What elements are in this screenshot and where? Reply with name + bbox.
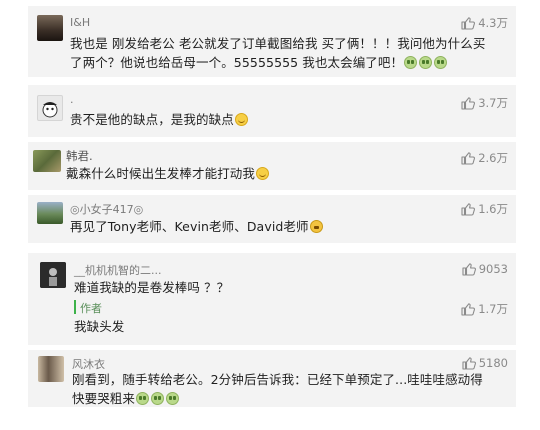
comment-text: 戴森什么时候出生发棒才能打动我 <box>66 164 270 183</box>
comment-username[interactable]: I&H <box>70 16 90 29</box>
comment-line: 快要哭粗来 <box>72 391 136 406</box>
comment-username[interactable]: __机机机智的二... <box>74 262 162 278</box>
reply-author[interactable]: 作者 <box>80 300 102 316</box>
crying-face-icon <box>151 392 165 405</box>
like-button[interactable]: 9053 <box>462 262 508 276</box>
avatar[interactable] <box>37 95 63 121</box>
comment-card: I&H 4.3万 我也是 刚发给老公 老公就发了订单截图给我 买了俩！！！我问他… <box>28 6 516 77</box>
comment-card: . 3.7万 贵不是他的缺点，是我的缺点 <box>28 85 516 137</box>
avatar[interactable] <box>37 202 63 224</box>
thumbs-up-icon <box>462 263 476 276</box>
comment-text: 刚看到，随手转给老公。2分钟后告诉我：已经下单预定了...哇哇哇感动得 快要哭粗… <box>72 370 512 408</box>
comment-username[interactable]: ◎小女子417◎ <box>70 201 143 217</box>
comment-card: 风沐衣 5180 刚看到，随手转给老公。2分钟后告诉我：已经下单预定了...哇哇… <box>28 350 516 407</box>
crying-face-icon <box>434 56 448 69</box>
comment-line: 贵不是他的缺点，是我的缺点 <box>70 112 234 127</box>
like-count: 2.6万 <box>478 151 508 165</box>
smiling-face-icon <box>256 167 270 180</box>
reply-indicator <box>74 300 76 314</box>
comment-username[interactable]: . <box>70 93 74 106</box>
crying-face-icon <box>419 56 433 69</box>
smiling-face-icon <box>234 113 248 126</box>
like-count: 5180 <box>478 356 508 370</box>
avatar[interactable] <box>33 150 61 172</box>
cartoon-face-icon <box>42 102 58 118</box>
comment-text: 再见了Tony老师、Kevin老师、David老师 <box>70 217 324 236</box>
comment-card: ◎小女子417◎ 1.6万 再见了Tony老师、Kevin老师、David老师 <box>28 195 516 243</box>
avatar[interactable] <box>40 262 66 288</box>
comment-text: 我也是 刚发给老公 老公就发了订单截图给我 买了俩！！！我问他为什么买 了两个？… <box>70 34 510 72</box>
like-button[interactable]: 5180 <box>462 356 508 370</box>
like-button[interactable]: 1.6万 <box>461 201 508 217</box>
crying-face-icon <box>404 56 418 69</box>
thumbs-up-icon <box>461 203 476 216</box>
like-button[interactable]: 4.3万 <box>461 15 508 31</box>
comment-text: 贵不是他的缺点，是我的缺点 <box>70 110 249 129</box>
comment-username[interactable]: 韩君. <box>66 148 93 164</box>
comment-line: 刚看到，随手转给老公。2分钟后告诉我：已经下单预定了...哇哇哇感动得 <box>72 372 483 387</box>
reply-like-button[interactable]: 1.7万 <box>461 301 508 317</box>
avatar[interactable] <box>38 356 64 382</box>
thumbs-up-icon <box>461 17 476 30</box>
person-silhouette-icon <box>40 262 66 288</box>
like-count: 3.7万 <box>478 96 508 110</box>
comment-line: 戴森什么时候出生发棒才能打动我 <box>66 166 256 181</box>
comment-text: 难道我缺的是卷发棒吗 ？？ <box>74 280 230 295</box>
avatar[interactable] <box>37 15 63 41</box>
crying-face-icon <box>136 392 150 405</box>
grinning-face-icon <box>309 220 323 233</box>
like-count: 1.7万 <box>478 302 508 316</box>
like-count: 1.6万 <box>478 202 508 216</box>
thumbs-up-icon <box>461 97 476 110</box>
like-button[interactable]: 2.6万 <box>461 150 508 166</box>
thumbs-up-icon <box>461 303 476 316</box>
thumbs-up-icon <box>461 152 476 165</box>
comment-card: __机机机智的二... 9053 难道我缺的是卷发棒吗 ？？ 作者 1.7万 我… <box>28 253 516 345</box>
like-count: 9053 <box>478 262 508 276</box>
comment-card: 韩君. 2.6万 戴森什么时候出生发棒才能打动我 <box>28 142 516 190</box>
thumbs-up-icon <box>462 357 476 370</box>
comment-line: 我也是 刚发给老公 老公就发了订单截图给我 买了俩！！！我问他为什么买 <box>70 36 486 51</box>
comment-line: 了两个？他说也给岳母一个。55555555 我也太会编了吧！ <box>70 55 404 70</box>
crying-face-icon <box>166 392 180 405</box>
like-button[interactable]: 3.7万 <box>461 95 508 111</box>
comment-line: 再见了Tony老师、Kevin老师、David老师 <box>70 219 309 234</box>
like-count: 4.3万 <box>478 16 508 30</box>
reply-text: 我缺头发 <box>74 319 125 334</box>
